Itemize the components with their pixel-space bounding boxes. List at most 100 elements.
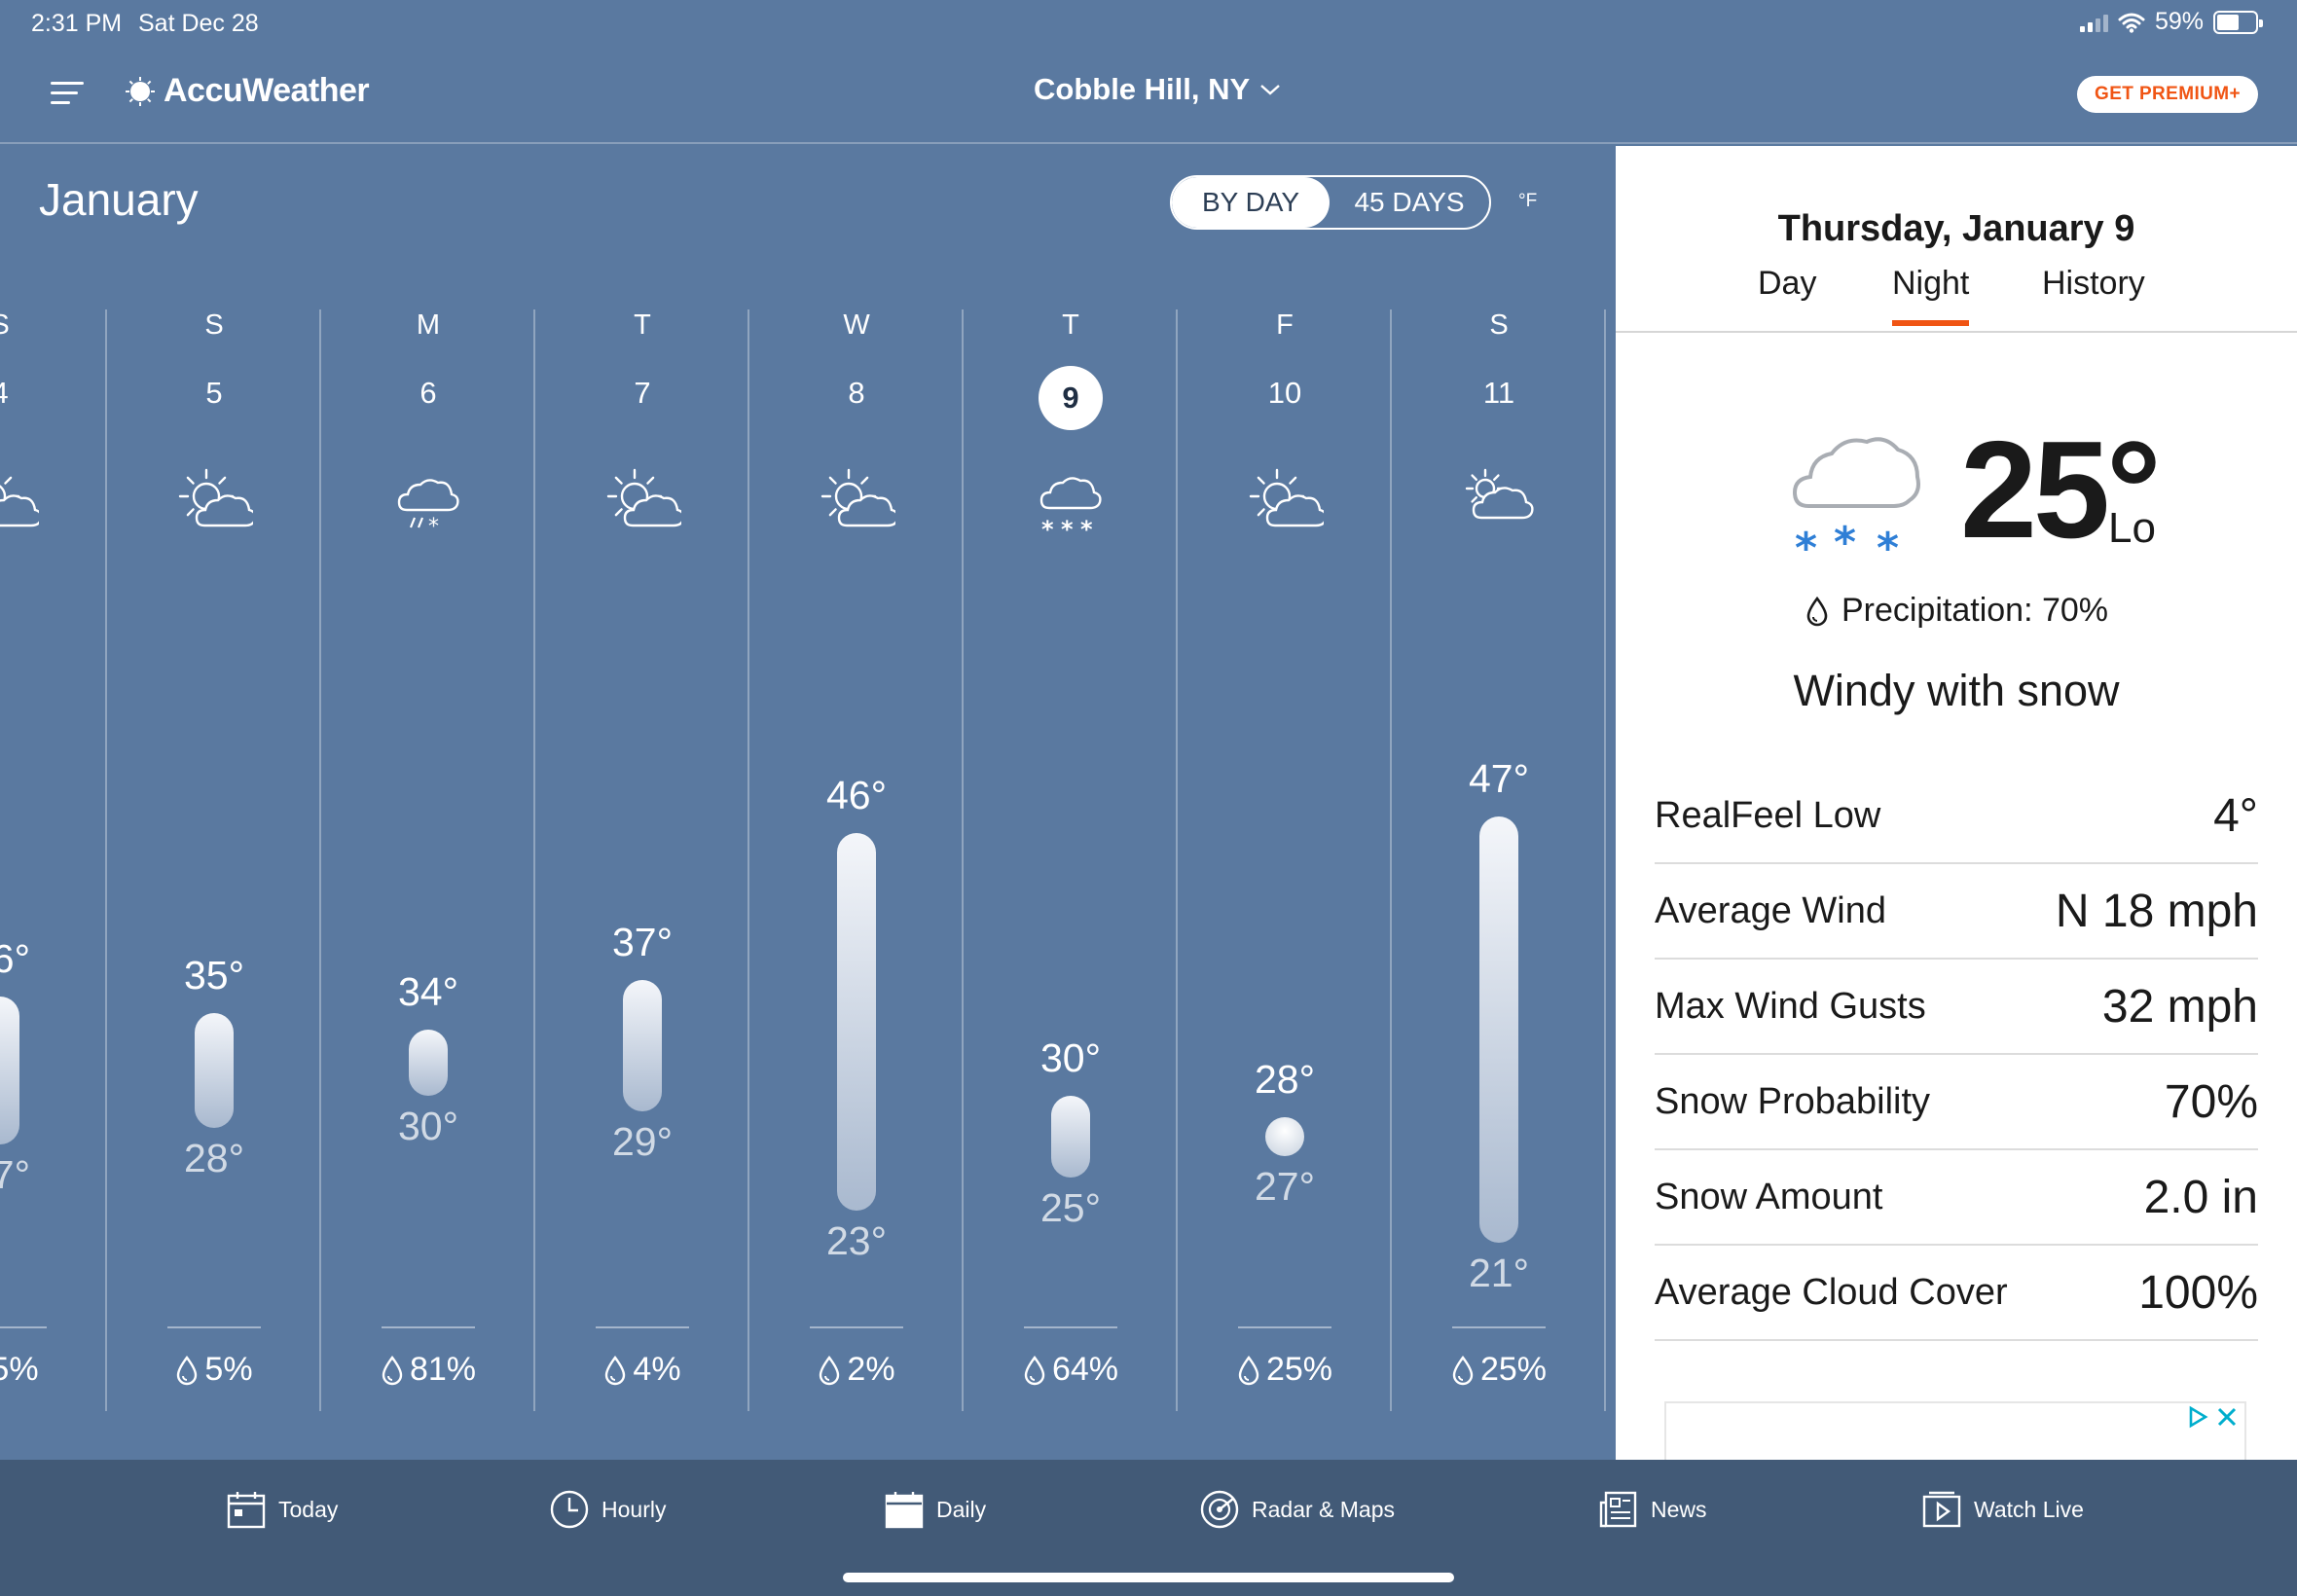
status-indicators: 59% bbox=[2079, 8, 2263, 36]
adchoices-icon[interactable] bbox=[2186, 1405, 2209, 1429]
battery-icon bbox=[2213, 10, 2263, 34]
temp-range-dot bbox=[1265, 1116, 1304, 1156]
calendar-filled-icon bbox=[885, 1492, 924, 1529]
tab-day[interactable]: Day bbox=[1758, 265, 1816, 303]
low-temp: 30° bbox=[397, 1103, 458, 1148]
precip-value: 25% bbox=[1265, 1351, 1333, 1388]
detail-label: Average Wind bbox=[1655, 889, 1886, 931]
day-column[interactable]: S 4 36° 27° 5% bbox=[0, 309, 107, 1411]
day-number: 9 bbox=[1039, 366, 1103, 430]
day-column[interactable]: T 7 37° 29° 4% bbox=[535, 309, 749, 1411]
detail-label: RealFeel Low bbox=[1655, 794, 1881, 836]
tab-watch-live[interactable]: Watch Live bbox=[1921, 1489, 2084, 1530]
detail-value: 100% bbox=[2138, 1266, 2258, 1319]
day-number: 6 bbox=[419, 376, 437, 410]
day-column[interactable]: T 9 * * * 30° 25° 64% bbox=[964, 309, 1178, 1411]
day-of-week: M bbox=[416, 309, 441, 341]
precip-value: 5% bbox=[0, 1351, 39, 1388]
view-toggle: BY DAY 45 DAYS bbox=[1170, 175, 1491, 230]
precip-divider bbox=[1452, 1326, 1546, 1328]
partly-sunny-icon bbox=[820, 468, 895, 527]
tab-night[interactable]: Night bbox=[1892, 265, 1970, 326]
temp-range-bar bbox=[409, 1030, 448, 1096]
tab-daily[interactable]: Daily bbox=[884, 1489, 986, 1530]
day-number: 4 bbox=[0, 376, 107, 411]
by-day-toggle[interactable]: BY DAY bbox=[1172, 177, 1330, 228]
home-indicator[interactable] bbox=[843, 1573, 1454, 1582]
accuweather-logo[interactable]: AccuWeather bbox=[125, 72, 370, 110]
status-time: 2:31 PM bbox=[31, 10, 123, 37]
day-column[interactable]: S 5 35° 28° 5% bbox=[107, 309, 321, 1411]
day-column[interactable]: M 6 * 34° 30° 81% bbox=[321, 309, 535, 1411]
location-selector[interactable]: Cobble Hill, NY bbox=[1034, 72, 1281, 107]
precip-divider bbox=[1238, 1326, 1331, 1328]
detail-row: Snow Probability 70% bbox=[1655, 1055, 2258, 1150]
raindrop-icon bbox=[1238, 1355, 1259, 1385]
day-detail-panel: Thursday, January 9 Day Night History * *… bbox=[1616, 146, 2297, 1460]
detail-date: Thursday, January 9 bbox=[1777, 208, 2135, 249]
detail-list: RealFeel Low 4° Average Wind N 18 mph Max … bbox=[1655, 769, 2258, 1341]
sun-logo-icon bbox=[126, 76, 155, 106]
detail-value: 2.0 in bbox=[2143, 1171, 2258, 1223]
45-days-toggle[interactable]: 45 DAYS bbox=[1330, 177, 1489, 228]
detail-temp-label: Lo bbox=[2108, 504, 2156, 552]
detail-value: 4° bbox=[2213, 789, 2258, 842]
low-temp: 23° bbox=[825, 1217, 887, 1263]
high-temp: 47° bbox=[1468, 755, 1529, 801]
svg-text:*: * bbox=[428, 515, 439, 539]
precip-chance: 2% bbox=[749, 1351, 964, 1389]
wifi-icon bbox=[2118, 13, 2145, 33]
snow-cloud-icon: * * * bbox=[1792, 437, 1920, 566]
detail-label: Average Cloud Cover bbox=[1655, 1271, 2008, 1313]
tab-news[interactable]: News bbox=[1598, 1489, 1707, 1530]
tab-news-label: News bbox=[1651, 1496, 1707, 1522]
tab-radar-label: Radar & Maps bbox=[1252, 1496, 1396, 1522]
detail-label: Snow Amount bbox=[1655, 1176, 1883, 1217]
day-number: 7 bbox=[634, 376, 651, 410]
tab-history[interactable]: History bbox=[2042, 265, 2145, 303]
snow-icon: * * * bbox=[1039, 477, 1102, 541]
clock-icon bbox=[550, 1490, 589, 1529]
high-temp: 34° bbox=[397, 969, 458, 1014]
menu-button[interactable] bbox=[51, 80, 84, 107]
detail-label: Max Wind Gusts bbox=[1655, 985, 1926, 1027]
detail-row: Max Wind Gusts 32 mph bbox=[1655, 960, 2258, 1055]
day-number: 8 bbox=[848, 376, 865, 410]
day-column[interactable]: F 10 28° 27° 25% bbox=[1178, 309, 1392, 1411]
status-date: Sat Dec 28 bbox=[138, 10, 259, 37]
month-title: January bbox=[39, 174, 199, 225]
day-column[interactable]: W 8 46° 23° 2% bbox=[749, 309, 964, 1411]
raindrop-icon bbox=[1806, 596, 1828, 626]
raindrop-icon bbox=[605, 1355, 626, 1385]
precip-divider bbox=[1024, 1326, 1117, 1328]
news-icon bbox=[1599, 1491, 1637, 1528]
get-premium-button[interactable]: GET PREMIUM+ bbox=[2077, 76, 2258, 113]
tab-radar-maps[interactable]: Radar & Maps bbox=[1199, 1489, 1395, 1530]
tab-hourly[interactable]: Hourly bbox=[549, 1489, 666, 1530]
day-of-week: S bbox=[1489, 309, 1509, 341]
detail-row: Average Wind N 18 mph bbox=[1655, 864, 2258, 960]
tab-today-label: Today bbox=[278, 1496, 339, 1522]
snow-rain-icon: * bbox=[397, 479, 459, 539]
close-icon[interactable] bbox=[2215, 1405, 2239, 1429]
high-temp: 35° bbox=[183, 953, 244, 998]
detail-value: 70% bbox=[2164, 1075, 2258, 1128]
detail-value: 32 mph bbox=[2101, 980, 2258, 1033]
day-number: 11 bbox=[1482, 376, 1515, 410]
precip-value: 25% bbox=[1479, 1351, 1548, 1388]
precip-value: 4% bbox=[633, 1351, 681, 1388]
day-column[interactable]: S 11 47° 21° 25% bbox=[1392, 309, 1606, 1411]
app-name: AccuWeather bbox=[164, 72, 370, 109]
temp-range-bar bbox=[1051, 1095, 1090, 1178]
ad-banner[interactable] bbox=[1664, 1401, 2246, 1460]
precip-value: 64% bbox=[1051, 1351, 1119, 1388]
temperature-unit[interactable]: °F bbox=[1518, 191, 1537, 212]
day-of-week: T bbox=[1062, 309, 1079, 341]
app-header: AccuWeather Cobble Hill, NY GET PREMIUM+ bbox=[0, 47, 2297, 144]
low-temp: 27° bbox=[0, 1152, 30, 1198]
detail-precipitation: Precipitation: 70% bbox=[1616, 592, 2297, 630]
battery-percent: 59% bbox=[2154, 8, 2204, 35]
tab-today[interactable]: Today bbox=[226, 1489, 338, 1530]
detail-row: Snow Amount 2.0 in bbox=[1655, 1150, 2258, 1246]
precip-divider bbox=[810, 1326, 903, 1328]
